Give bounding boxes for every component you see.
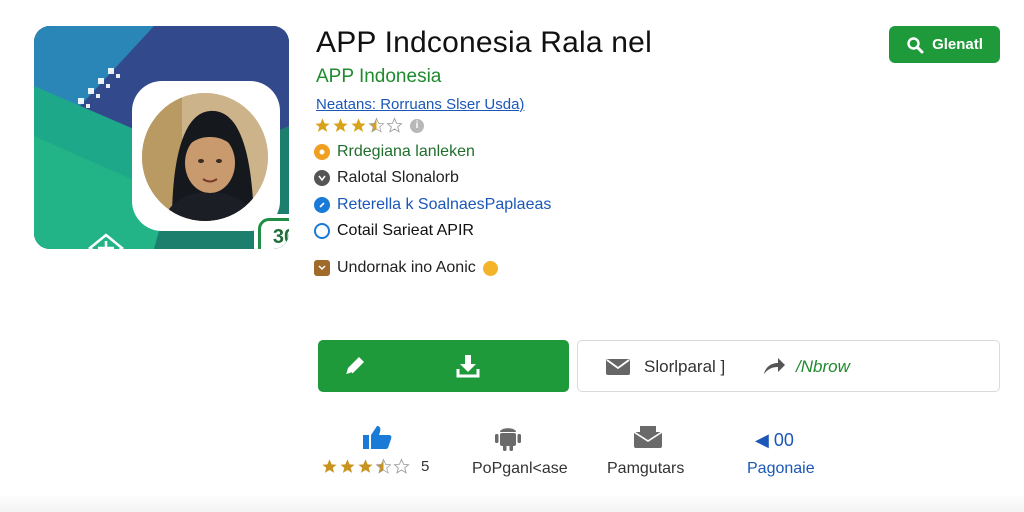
share-follow-bar: Slorlparal ] /Nbrow	[577, 340, 1000, 392]
feature-label: Cotail Sarieat APIR	[337, 222, 474, 239]
app-icon: 30 undu	[34, 26, 289, 249]
category-link[interactable]: Neatans: Rorruans Slser Usda)	[316, 96, 524, 113]
pattern-decoration-icon	[78, 68, 120, 108]
star-full-icon	[351, 118, 366, 132]
badge-number: 30	[272, 226, 289, 248]
rating-stars: i	[314, 117, 424, 134]
download-icon	[456, 355, 480, 378]
stats-item-label: Pamgutars	[607, 460, 685, 477]
developer-name[interactable]: APP Indonesia	[316, 66, 441, 88]
download-count-badge: 30 undu	[254, 214, 289, 249]
bottom-divider	[0, 494, 1024, 512]
feature-label: Undornak ino Aonic	[337, 259, 476, 276]
search-icon	[907, 36, 924, 53]
star-full-icon	[315, 118, 330, 132]
star-full-icon	[358, 459, 373, 473]
feature-item: Cotail Sarieat APIR	[314, 222, 474, 240]
stats-rating: 5	[321, 458, 429, 475]
share-arrow-icon[interactable]	[762, 356, 786, 376]
info-icon[interactable]: i	[410, 118, 424, 133]
android-icon	[495, 428, 521, 451]
stats-item-label[interactable]: Pagonaie	[747, 460, 815, 478]
follow-button[interactable]: /Nbrow	[796, 357, 850, 377]
gray-chat-icon	[314, 170, 330, 186]
feature-label: Ralotal Slonalorb	[337, 169, 459, 186]
star-full-icon	[322, 459, 337, 473]
feature-item: Reterella k SoalnaesPaplaeas	[314, 196, 551, 214]
feature-label: Rrdegiana lanleken	[337, 143, 475, 160]
star-half-icon	[375, 458, 392, 474]
stats-item-value: ◀ 00	[755, 430, 794, 450]
feature-item: Rrdegiana lanleken	[314, 143, 475, 161]
app-title: APP Indconesia Rala nel	[316, 26, 652, 59]
orange-badge-icon	[314, 144, 330, 160]
blue-shield-icon	[314, 197, 330, 213]
blue-round-icon	[314, 223, 330, 239]
avatar	[142, 93, 268, 221]
share-button[interactable]: Slorlparal ]	[644, 357, 725, 377]
stats-rating-value: 5	[421, 458, 430, 475]
mail-icon[interactable]	[605, 358, 631, 376]
search-button-label: Glenatl	[932, 36, 983, 53]
feature-item: Undornak ino Aonic	[314, 259, 498, 277]
badge-unit: undu	[271, 247, 289, 249]
brown-flag-icon	[314, 260, 330, 276]
pencil-icon	[345, 357, 364, 376]
star-empty-icon	[393, 458, 410, 474]
avatar-frame	[132, 81, 280, 231]
inbox-icon	[633, 426, 663, 448]
thumbs-up-icon	[363, 426, 392, 449]
feature-label: Reterella k SoalnaesPaplaeas	[337, 196, 552, 213]
star-half-icon	[368, 117, 385, 133]
diamond-logo-icon	[88, 233, 124, 249]
star-full-icon	[333, 118, 348, 132]
star-full-icon	[340, 459, 355, 473]
install-button[interactable]	[318, 340, 569, 392]
star-empty-icon	[386, 117, 403, 133]
feature-item: Ralotal Slonalorb	[314, 169, 459, 187]
emoji-icon	[482, 260, 498, 276]
search-button[interactable]: Glenatl	[889, 26, 1000, 63]
stats-item-label: PoPganl<ase	[472, 460, 568, 477]
